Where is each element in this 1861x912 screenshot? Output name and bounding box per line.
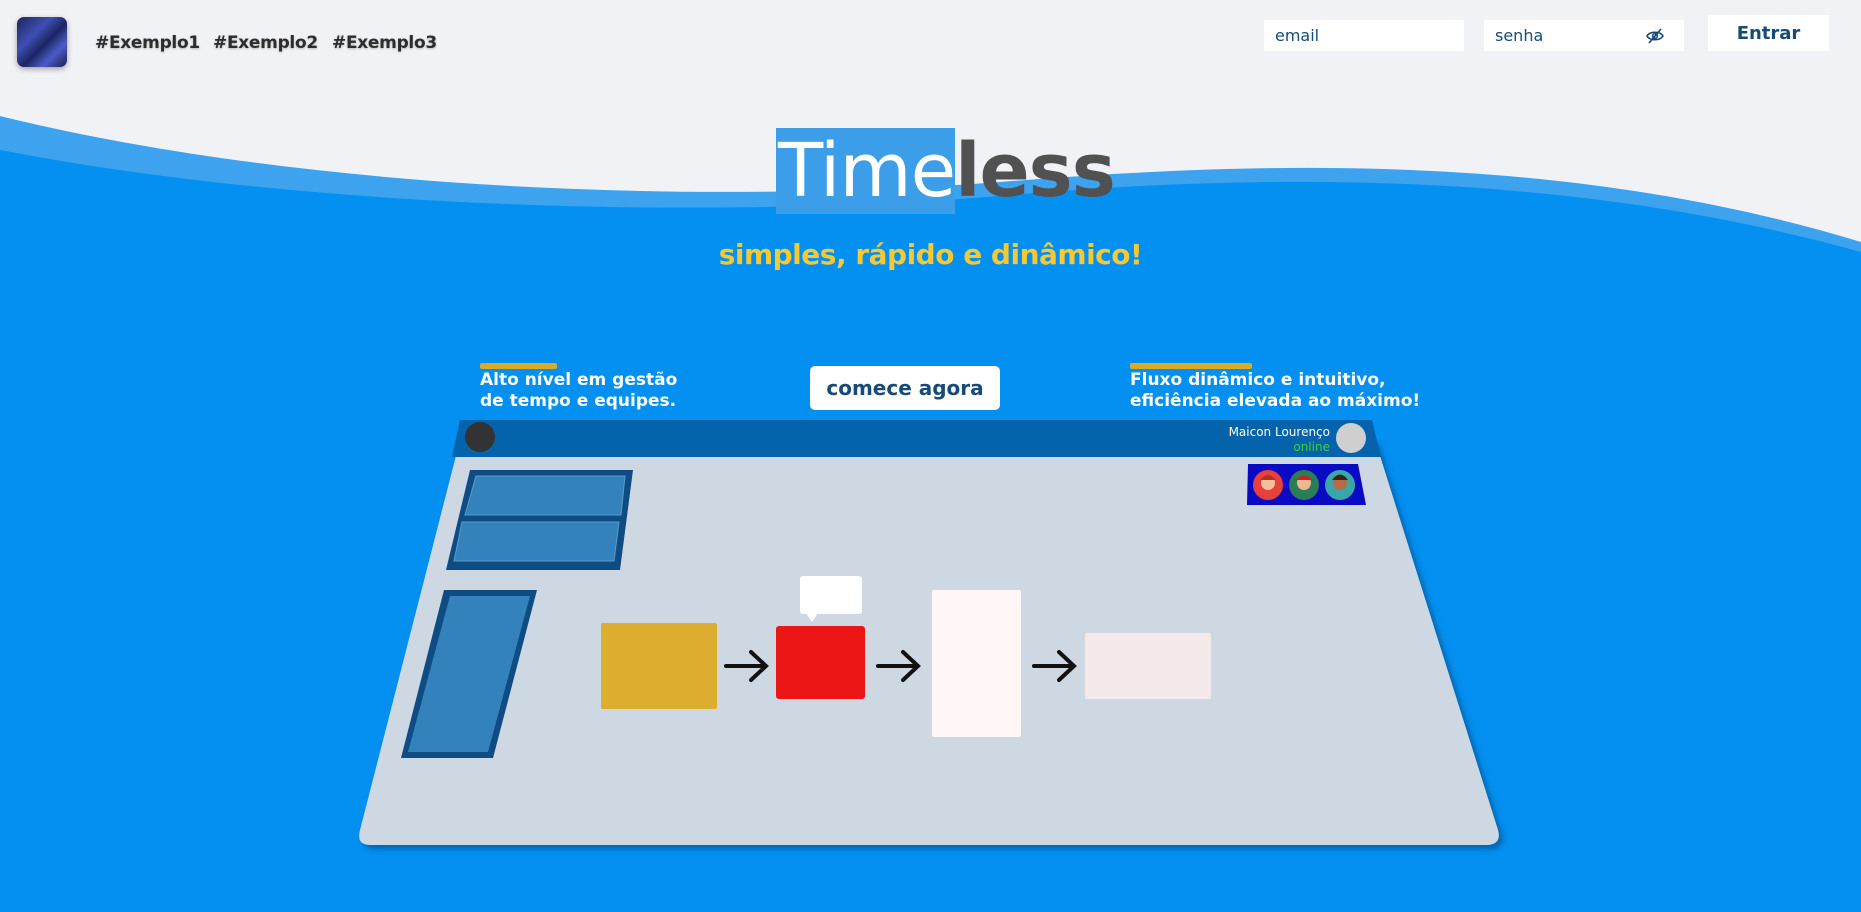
stacked-card-1 [464, 475, 626, 516]
user-avatar [1336, 423, 1366, 453]
board-user-name: Maicon Lourenço [1228, 425, 1330, 439]
yellow-card [601, 623, 717, 709]
white-tall-card [932, 590, 1021, 737]
stacked-card-2 [453, 521, 620, 562]
team-avatar-3 [1325, 470, 1355, 500]
light-card [1085, 633, 1211, 699]
board-illustration [359, 420, 1499, 845]
board-user-status: online [1293, 440, 1330, 454]
speech-bubble [800, 576, 862, 614]
red-card [776, 626, 865, 699]
team-avatar-2 [1289, 470, 1319, 500]
board-menu-dot [465, 422, 495, 452]
team-avatar-1 [1253, 470, 1283, 500]
